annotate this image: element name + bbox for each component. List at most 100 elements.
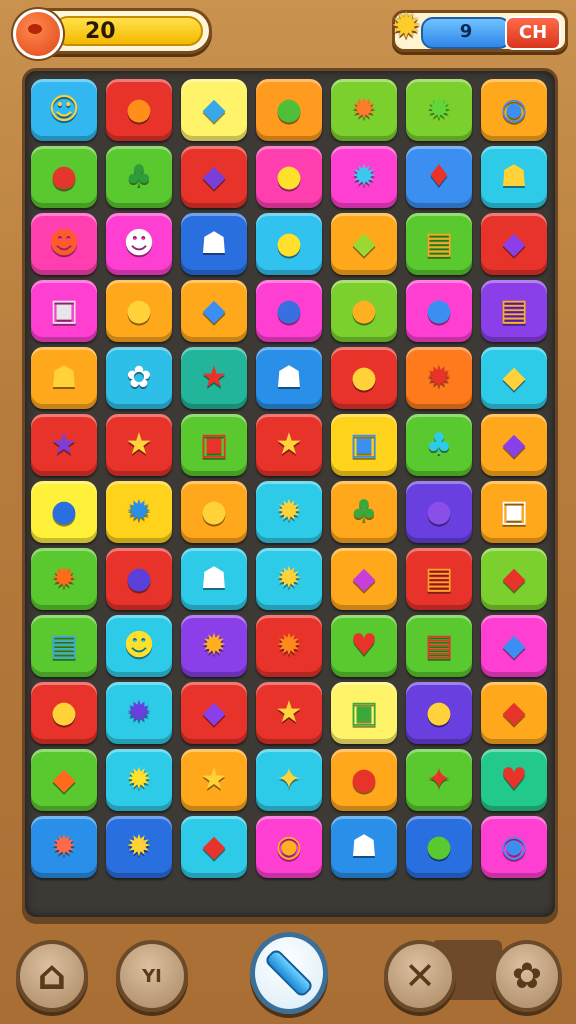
tile[interactable]: ● bbox=[406, 280, 472, 342]
tile-icon: ✹ bbox=[201, 628, 227, 663]
tile-icon: ◆ bbox=[502, 695, 526, 730]
tile[interactable]: ● bbox=[256, 79, 322, 141]
tile[interactable]: ● bbox=[31, 146, 97, 208]
tile[interactable]: ◆ bbox=[181, 816, 247, 878]
shop-button[interactable]: YI bbox=[116, 940, 188, 1012]
tile[interactable]: ✹ bbox=[256, 548, 322, 610]
tile[interactable]: ● bbox=[331, 749, 397, 811]
tile[interactable]: ◆ bbox=[31, 749, 97, 811]
tile[interactable]: ● bbox=[331, 280, 397, 342]
tile[interactable]: ☗ bbox=[31, 347, 97, 409]
tile[interactable]: ◆ bbox=[481, 615, 547, 677]
tile[interactable]: ★ bbox=[181, 749, 247, 811]
tile[interactable]: ☻ bbox=[106, 615, 172, 677]
tile[interactable]: ★ bbox=[256, 682, 322, 744]
tile[interactable]: ◆ bbox=[481, 548, 547, 610]
ch-button[interactable]: CH bbox=[505, 16, 561, 50]
tile[interactable]: ♥ bbox=[481, 749, 547, 811]
tile[interactable]: ◉ bbox=[481, 816, 547, 878]
home-button[interactable]: ⌂ bbox=[16, 940, 88, 1012]
tile[interactable]: ✦ bbox=[256, 749, 322, 811]
tile[interactable]: ☗ bbox=[331, 816, 397, 878]
tile[interactable]: ✹ bbox=[406, 347, 472, 409]
tile[interactable]: ☻ bbox=[31, 213, 97, 275]
tile[interactable]: ● bbox=[256, 213, 322, 275]
tile-icon: ♦ bbox=[425, 159, 453, 194]
tile[interactable]: ◉ bbox=[256, 816, 322, 878]
tile[interactable]: ♣ bbox=[106, 146, 172, 208]
tile[interactable]: ✹ bbox=[106, 816, 172, 878]
tile[interactable]: ☗ bbox=[181, 548, 247, 610]
tile-icon: ✦ bbox=[426, 762, 452, 797]
tile[interactable]: ● bbox=[406, 682, 472, 744]
tile[interactable]: ● bbox=[31, 682, 97, 744]
tile[interactable]: ✹ bbox=[331, 146, 397, 208]
tile[interactable]: ● bbox=[106, 79, 172, 141]
tile[interactable]: ✹ bbox=[31, 816, 97, 878]
tile[interactable]: ★ bbox=[106, 414, 172, 476]
tile[interactable]: ✿ bbox=[106, 347, 172, 409]
tile[interactable]: ● bbox=[31, 481, 97, 543]
tile[interactable]: ♣ bbox=[406, 414, 472, 476]
tile-icon: ◉ bbox=[500, 92, 528, 127]
tile[interactable]: ◆ bbox=[481, 213, 547, 275]
tile[interactable]: ▤ bbox=[481, 280, 547, 342]
tile[interactable]: ● bbox=[406, 481, 472, 543]
tile[interactable]: ◆ bbox=[481, 414, 547, 476]
tile-icon: ✹ bbox=[426, 92, 452, 127]
tile[interactable]: ✹ bbox=[406, 79, 472, 141]
tile[interactable]: ☗ bbox=[256, 347, 322, 409]
center-action-button[interactable] bbox=[250, 932, 328, 1014]
tile-icon: ☻ bbox=[123, 226, 155, 261]
tile[interactable]: ◆ bbox=[331, 548, 397, 610]
tile[interactable]: ✹ bbox=[331, 79, 397, 141]
tile[interactable]: ✹ bbox=[181, 615, 247, 677]
tile[interactable]: ★ bbox=[181, 347, 247, 409]
tile[interactable]: ✹ bbox=[31, 548, 97, 610]
tile[interactable]: ▤ bbox=[31, 615, 97, 677]
tile[interactable]: ▤ bbox=[406, 213, 472, 275]
tile[interactable]: ☗ bbox=[181, 213, 247, 275]
tile[interactable]: ☺ bbox=[31, 79, 97, 141]
tile[interactable]: ● bbox=[256, 280, 322, 342]
tile[interactable]: ◆ bbox=[181, 79, 247, 141]
tile[interactable]: ● bbox=[256, 146, 322, 208]
tile[interactable]: ♣ bbox=[331, 481, 397, 543]
tile-icon: ● bbox=[350, 762, 378, 797]
tile[interactable]: ✹ bbox=[256, 481, 322, 543]
tile[interactable]: ♦ bbox=[406, 146, 472, 208]
tile[interactable]: ▤ bbox=[406, 548, 472, 610]
tile[interactable]: ◉ bbox=[481, 79, 547, 141]
tile[interactable]: ▤ bbox=[406, 615, 472, 677]
tile-icon: ◆ bbox=[502, 628, 526, 663]
tile[interactable]: ◆ bbox=[481, 347, 547, 409]
tile[interactable]: ▣ bbox=[331, 414, 397, 476]
pet-button[interactable]: ✿ bbox=[492, 940, 562, 1012]
tile[interactable]: ☻ bbox=[106, 213, 172, 275]
tile[interactable]: ● bbox=[331, 347, 397, 409]
tile[interactable]: ♥ bbox=[331, 615, 397, 677]
tile[interactable]: ✦ bbox=[406, 749, 472, 811]
tile[interactable]: ● bbox=[406, 816, 472, 878]
tile[interactable]: ✹ bbox=[106, 682, 172, 744]
tile[interactable]: ▣ bbox=[331, 682, 397, 744]
tile[interactable]: ▣ bbox=[181, 414, 247, 476]
tile[interactable]: ● bbox=[106, 548, 172, 610]
tile[interactable]: ◆ bbox=[481, 682, 547, 744]
tile[interactable]: ✹ bbox=[256, 615, 322, 677]
tile-icon: ● bbox=[275, 92, 303, 127]
tile[interactable]: ● bbox=[106, 280, 172, 342]
tile[interactable]: ★ bbox=[31, 414, 97, 476]
tile[interactable]: ✹ bbox=[106, 749, 172, 811]
tile[interactable]: ◆ bbox=[181, 280, 247, 342]
tile[interactable]: ● bbox=[181, 481, 247, 543]
tile[interactable]: ▣ bbox=[481, 481, 547, 543]
tile[interactable]: ◆ bbox=[181, 146, 247, 208]
tile[interactable]: ★ bbox=[256, 414, 322, 476]
tile[interactable]: ✹ bbox=[106, 481, 172, 543]
tile[interactable]: ◆ bbox=[331, 213, 397, 275]
tile[interactable]: ◆ bbox=[181, 682, 247, 744]
tile[interactable]: ☗ bbox=[481, 146, 547, 208]
swap-button[interactable]: ✕ bbox=[384, 940, 456, 1012]
tile[interactable]: ▣ bbox=[31, 280, 97, 342]
